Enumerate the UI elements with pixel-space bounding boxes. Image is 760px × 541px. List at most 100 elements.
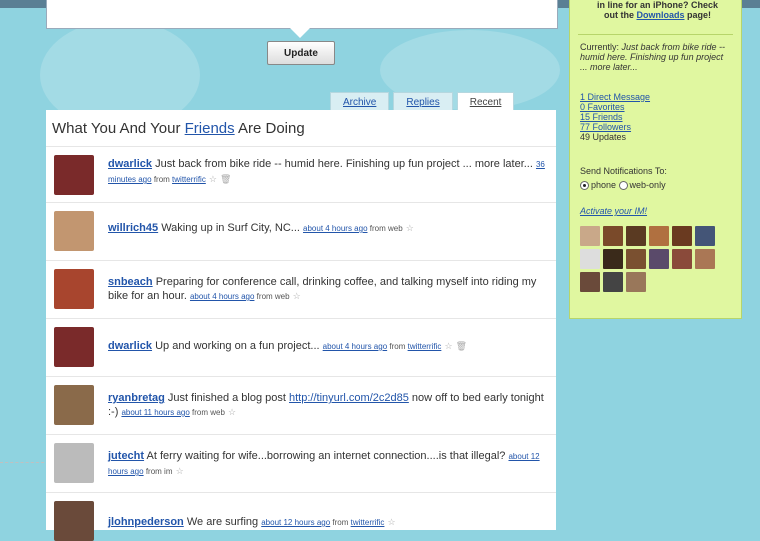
star-icon[interactable]: ☆	[228, 407, 236, 417]
tweet-text: Just finished a blog post	[164, 392, 289, 404]
friend-thumb[interactable]	[672, 226, 692, 246]
promo-suffix: page!	[684, 10, 712, 20]
timestamp-link[interactable]: about 4 hours ago	[323, 342, 388, 351]
entry-text: snbeach Preparing for conference call, d…	[108, 275, 548, 304]
source-link[interactable]: twitterrific	[408, 342, 442, 351]
timeline-entry: dwarlick Just back from bike ride -- hum…	[46, 146, 556, 201]
timestamp-link[interactable]: about 4 hours ago	[303, 224, 368, 233]
updates-count: 49 Updates	[580, 132, 627, 142]
notify-options: phone web-only	[580, 180, 666, 191]
phone-label: phone	[591, 180, 617, 190]
friend-thumb[interactable]	[580, 226, 600, 246]
friend-thumb[interactable]	[603, 249, 623, 269]
avatar[interactable]	[54, 211, 94, 251]
avatar[interactable]	[54, 443, 94, 483]
sidebar-divider	[578, 34, 733, 35]
trash-icon[interactable]: 🗑	[220, 174, 231, 184]
source-link[interactable]: twitterrific	[172, 175, 206, 184]
heading-suffix: Are Doing	[234, 120, 305, 137]
promo-line: out the Downloads page!	[580, 10, 735, 20]
username-link[interactable]: snbeach	[108, 276, 153, 288]
timeline-entry: snbeach Preparing for conference call, d…	[46, 260, 556, 317]
friend-thumb[interactable]	[695, 249, 715, 269]
timeline-entry: ryanbretag Just finished a blog post htt…	[46, 376, 556, 433]
status-input[interactable]	[46, 0, 558, 29]
friends-grid	[580, 226, 732, 292]
from-label: from	[387, 342, 408, 351]
source-link[interactable]: twitterrific	[351, 518, 385, 527]
friend-thumb[interactable]	[603, 272, 623, 292]
entry-text: dwarlick Just back from bike ride -- hum…	[108, 157, 548, 187]
entry-text: jlohnpederson We are surfing about 12 ho…	[108, 515, 548, 530]
status-pointer	[290, 28, 310, 38]
star-icon[interactable]: ☆	[406, 223, 414, 233]
trash-icon[interactable]: 🗑	[456, 341, 467, 351]
from-label: from	[189, 408, 211, 417]
source-text: web	[210, 408, 225, 417]
from-label: from	[143, 467, 165, 476]
friends-count-link[interactable]: 15 Friends	[580, 112, 623, 122]
tab-archive[interactable]: Archive	[330, 92, 390, 111]
friend-thumb[interactable]	[580, 249, 600, 269]
timestamp-link[interactable]: about 4 hours ago	[190, 292, 255, 301]
from-label: from	[330, 518, 351, 527]
phone-radio[interactable]	[580, 181, 589, 191]
followers-link[interactable]: 77 Followers	[580, 122, 631, 132]
promo-text: in line for an iPhone? Check out the Dow…	[580, 0, 735, 20]
timeline-panel: What You And Your Friends Are Doing dwar…	[46, 110, 556, 541]
username-link[interactable]: ryanbretag	[108, 392, 165, 404]
star-icon[interactable]: ☆	[209, 174, 217, 184]
friend-thumb[interactable]	[672, 249, 692, 269]
tab-recent[interactable]: Recent	[456, 92, 515, 111]
downloads-link[interactable]: Downloads	[636, 10, 684, 20]
friend-thumb[interactable]	[649, 249, 669, 269]
promo-prefix: out the	[603, 10, 637, 20]
avatar[interactable]	[54, 269, 94, 309]
tweet-text: Waking up in Surf City, NC...	[158, 222, 304, 234]
friend-thumb[interactable]	[626, 249, 646, 269]
friend-thumb[interactable]	[649, 226, 669, 246]
star-icon[interactable]: ☆	[387, 517, 395, 527]
timeline-entry: jutecht At ferry waiting for wife...borr…	[46, 434, 556, 491]
update-button[interactable]: Update	[267, 41, 335, 65]
source-text: web	[274, 292, 290, 301]
friend-thumb[interactable]	[626, 272, 646, 292]
from-label: from	[367, 224, 388, 233]
username-link[interactable]: jutecht	[108, 450, 144, 462]
activate-im: Activate your IM!	[580, 206, 647, 216]
from-label: from	[151, 175, 173, 184]
timeline-tabs: Archive Replies Recent	[330, 92, 515, 111]
username-link[interactable]: dwarlick	[108, 340, 152, 352]
tweet-text: We are surfing	[183, 516, 262, 528]
avatar[interactable]	[54, 385, 94, 425]
tab-replies[interactable]: Replies	[393, 92, 453, 111]
source-text: web	[387, 224, 403, 233]
friend-thumb[interactable]	[580, 272, 600, 292]
star-icon[interactable]: ☆	[444, 341, 452, 351]
activate-im-link[interactable]: Activate your IM!	[580, 206, 647, 216]
tweet-text: Preparing for conference call, drinking …	[108, 276, 537, 302]
avatar[interactable]	[54, 155, 94, 195]
url-link[interactable]: http://tinyurl.com/2c2d85	[289, 392, 409, 404]
favorites-link[interactable]: 0 Favorites	[580, 102, 625, 112]
star-icon[interactable]: ☆	[293, 291, 301, 301]
friends-link[interactable]: Friends	[185, 120, 235, 137]
timestamp-link[interactable]: about 11 hours ago	[121, 408, 189, 417]
username-link[interactable]: jlohnpederson	[108, 516, 184, 528]
username-link[interactable]: dwarlick	[108, 158, 152, 170]
username-link[interactable]: willrich45	[108, 222, 158, 234]
timestamp-link[interactable]: about 12 hours ago	[261, 518, 330, 527]
avatar[interactable]	[54, 327, 94, 367]
entry-text: jutecht At ferry waiting for wife...borr…	[108, 449, 548, 479]
timeline-entry: dwarlick Up and working on a fun project…	[46, 318, 556, 375]
star-icon[interactable]: ☆	[176, 466, 184, 476]
friend-thumb[interactable]	[626, 226, 646, 246]
source-text: im	[164, 467, 173, 476]
web-only-radio[interactable]	[618, 181, 628, 191]
friend-thumb[interactable]	[603, 226, 623, 246]
avatar[interactable]	[54, 501, 94, 541]
timeline-entry: willrich45 Waking up in Surf City, NC...…	[46, 202, 556, 257]
friend-thumb[interactable]	[695, 226, 715, 246]
stats-list: 1 Direct Message 0 Favorites 15 Friends …	[580, 92, 650, 142]
direct-message-link[interactable]: 1 Direct Message	[580, 92, 650, 102]
